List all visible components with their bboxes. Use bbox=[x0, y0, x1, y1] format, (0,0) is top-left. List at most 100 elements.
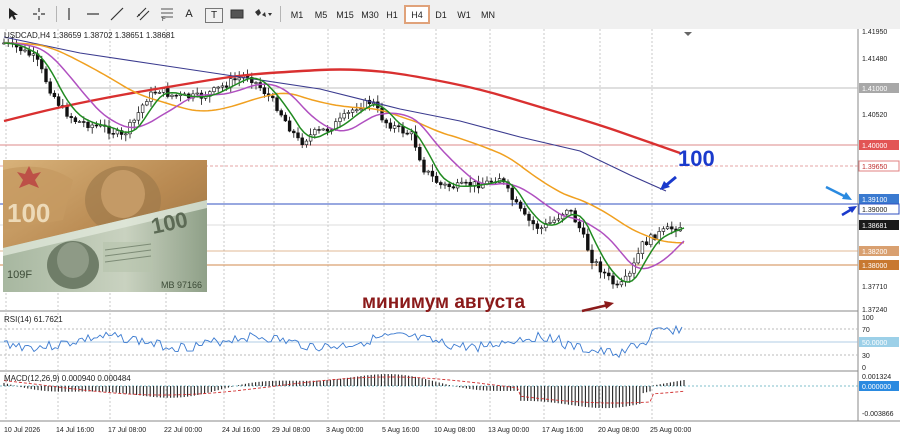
candle-body bbox=[56, 96, 61, 106]
candle-body bbox=[94, 124, 99, 127]
candle-body bbox=[573, 210, 577, 223]
candle-body bbox=[581, 227, 586, 235]
candle-body bbox=[628, 272, 632, 277]
candle-body bbox=[283, 114, 288, 122]
price-label-139650: 1.39650 bbox=[862, 164, 887, 171]
candle-body bbox=[52, 92, 57, 98]
candle-body bbox=[262, 87, 267, 95]
candle-body bbox=[594, 261, 598, 264]
candle-body bbox=[140, 104, 145, 113]
candle-body bbox=[44, 68, 48, 83]
candle-body bbox=[300, 137, 304, 145]
svg-text:MB 97166: MB 97166 bbox=[161, 280, 202, 290]
svg-text:30: 30 bbox=[862, 353, 870, 360]
candle-body bbox=[665, 226, 670, 230]
text-icon[interactable]: A bbox=[182, 4, 196, 24]
candle-body bbox=[170, 94, 174, 97]
candle-body bbox=[220, 85, 225, 88]
candle-body bbox=[397, 125, 401, 128]
candle-body bbox=[586, 233, 590, 251]
candle-body bbox=[670, 226, 674, 230]
candle-body bbox=[460, 181, 464, 184]
shapes-dropdown-icon[interactable] bbox=[252, 4, 274, 24]
candle-body bbox=[422, 159, 426, 173]
candle-body bbox=[447, 183, 451, 188]
candle-body bbox=[552, 219, 556, 223]
timeframe-d1[interactable]: D1 bbox=[432, 5, 450, 24]
timeframe-mn[interactable]: MN bbox=[478, 5, 498, 24]
candle-body bbox=[569, 209, 573, 212]
svg-text:0.001324: 0.001324 bbox=[862, 374, 891, 381]
timeframe-h1[interactable]: H1 bbox=[383, 5, 401, 24]
candle-body bbox=[338, 117, 342, 122]
svg-text:100: 100 bbox=[7, 198, 50, 228]
candle-body bbox=[77, 121, 82, 123]
candle-body bbox=[292, 130, 296, 134]
candle-body bbox=[342, 113, 346, 119]
price-label-current: 1.38681 bbox=[862, 223, 887, 230]
candle-body bbox=[233, 78, 237, 81]
time-axis-label: 24 Jul 16:00 bbox=[222, 427, 260, 434]
time-axis-label: 22 Jul 00:00 bbox=[164, 427, 202, 434]
chart-symbol-header: USDCAD,H4 1.38659 1.38702 1.38651 1.3868… bbox=[4, 31, 175, 40]
svg-text:-0.003866: -0.003866 bbox=[862, 411, 894, 418]
timeframe-m30[interactable]: M30 bbox=[359, 5, 381, 24]
candle-body bbox=[287, 120, 292, 132]
candle-body bbox=[304, 140, 309, 145]
candle-body bbox=[661, 228, 666, 232]
fibonacci-icon[interactable]: F bbox=[158, 4, 176, 24]
timeframe-m1[interactable]: M1 bbox=[288, 5, 306, 24]
candle-body bbox=[611, 275, 615, 285]
equidistant-channel-icon[interactable] bbox=[134, 4, 152, 24]
candle-body bbox=[539, 227, 544, 230]
rectangle-icon[interactable] bbox=[228, 4, 246, 24]
timeframe-m5[interactable]: M5 bbox=[311, 5, 331, 24]
candle-body bbox=[216, 86, 220, 89]
horizontal-line-icon[interactable] bbox=[84, 4, 102, 24]
candle-body bbox=[90, 124, 94, 128]
candle-body bbox=[279, 110, 283, 116]
svg-text:0: 0 bbox=[862, 365, 866, 372]
candle-body bbox=[384, 119, 388, 124]
candle-body bbox=[401, 126, 405, 134]
candle-body bbox=[275, 97, 279, 111]
candle-body bbox=[577, 221, 582, 229]
timeframe-w1[interactable]: W1 bbox=[455, 5, 473, 24]
svg-text:1.37240: 1.37240 bbox=[862, 307, 887, 314]
timeframe-m15[interactable]: M15 bbox=[334, 5, 356, 24]
vertical-line-icon[interactable] bbox=[62, 4, 76, 24]
price-label-140000: 1.40000 bbox=[862, 143, 887, 150]
candle-body bbox=[405, 132, 409, 135]
timeframe-h4[interactable]: H4 bbox=[404, 5, 430, 24]
candle-body bbox=[245, 75, 250, 78]
svg-text:F: F bbox=[162, 17, 166, 21]
candle-body bbox=[548, 222, 552, 224]
time-axis-label: 20 Aug 08:00 bbox=[598, 427, 639, 434]
candle-body bbox=[224, 85, 229, 88]
time-axis-label: 3 Aug 00:00 bbox=[326, 427, 363, 434]
candle-body bbox=[418, 146, 422, 161]
candle-body bbox=[636, 253, 640, 264]
candle-body bbox=[439, 182, 443, 186]
candle-body bbox=[69, 116, 73, 119]
candle-body bbox=[510, 187, 514, 200]
text-label-icon[interactable]: T bbox=[205, 8, 223, 23]
time-axis-label: 17 Aug 16:00 bbox=[542, 427, 583, 434]
august-low-annotation: минимум августа bbox=[362, 292, 525, 313]
price-label-139000: 1.39000 bbox=[862, 207, 887, 214]
candle-body bbox=[346, 112, 351, 114]
candle-body bbox=[556, 218, 561, 221]
time-axis-label: 17 Jul 08:00 bbox=[108, 427, 146, 434]
time-axis-label: 10 Jul 2026 bbox=[4, 427, 40, 434]
svg-text:1.41480: 1.41480 bbox=[862, 56, 887, 63]
candle-body bbox=[434, 175, 439, 183]
price-label-138200: 1.38200 bbox=[862, 249, 887, 256]
candle-body bbox=[296, 132, 300, 139]
price-label-141000: 1.41000 bbox=[862, 86, 887, 93]
candle-body bbox=[489, 180, 493, 183]
cursor-icon[interactable] bbox=[6, 4, 22, 24]
candle-body bbox=[195, 92, 199, 95]
crosshair-icon[interactable] bbox=[30, 4, 48, 24]
trendline-icon[interactable] bbox=[108, 4, 126, 24]
svg-text:1.37710: 1.37710 bbox=[862, 284, 887, 291]
